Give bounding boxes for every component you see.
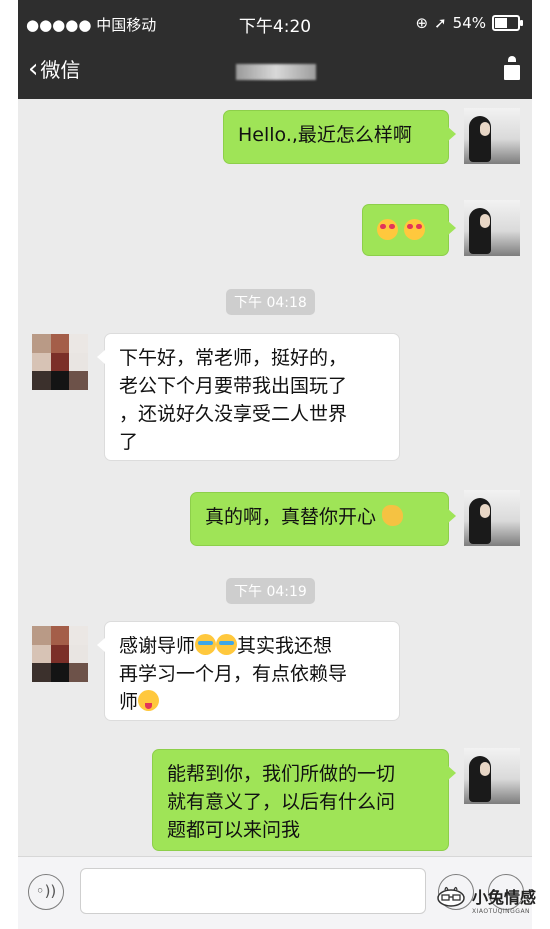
heart-eyes-emoji [377, 219, 398, 240]
message-text: 其实我还想 [237, 635, 333, 657]
watermark-name: 小兔情感 [472, 888, 537, 907]
my-message-bubble[interactable]: Hello.,最近怎么样啊 [223, 110, 456, 164]
chat-screen: ●●●●● 中国移动 下午4:20 ⊕ ➚ 54% ‹ 微信 Hello.,最近… [18, 0, 532, 929]
message-line: 下午好，常老师，挺好的， [119, 347, 348, 369]
profile-icon[interactable] [504, 56, 520, 82]
tongue-emoji [138, 690, 160, 711]
message-line: 老公下个月要带我出国玩了 [119, 375, 348, 397]
my-message-bubble[interactable]: 真的啊，真替你开心 [190, 492, 456, 546]
contact-avatar-pixelated[interactable] [32, 626, 88, 682]
my-message-bubble[interactable] [362, 204, 456, 256]
voice-icon: ◦)) [35, 882, 57, 900]
contact-message-bubble[interactable]: 感谢导师 其实我还想 再学习一个月，有点依赖导 师 [97, 621, 400, 721]
message-text: 师 [119, 691, 139, 713]
message-text: Hello.,最近怎么样啊 [238, 124, 412, 146]
message-line: 就有意义了，以后有什么问 [167, 791, 396, 813]
top-bar: ●●●●● 中国移动 下午4:20 ⊕ ➚ 54% ‹ 微信 [18, 0, 532, 99]
watermark-sub: XIAOTUQINGGAN [472, 908, 531, 915]
my-avatar[interactable] [464, 108, 520, 164]
message-line: 感谢导师 其实我还想 [119, 632, 385, 660]
my-avatar[interactable] [464, 490, 520, 546]
my-avatar[interactable] [464, 200, 520, 256]
contact-message-bubble[interactable]: 下午好，常老师，挺好的， 老公下个月要带我出国玩了 ，还说好久没享受二人世界 了 [97, 333, 400, 461]
message-input[interactable] [80, 868, 426, 914]
redaction-blur [236, 64, 316, 80]
message-text: 感谢导师 [119, 635, 196, 657]
rotation-lock-icon: ⊕ [415, 14, 429, 32]
location-icon: ➚ [434, 14, 447, 32]
message-text: 真的啊，真替你开心 [205, 506, 377, 528]
message-line: 师 [119, 688, 385, 716]
back-label: 微信 [40, 58, 81, 82]
message-line: 了 [119, 431, 139, 453]
my-avatar[interactable] [464, 748, 520, 804]
battery-percent: 54% [452, 14, 486, 32]
back-button[interactable]: ‹ 微信 [28, 54, 80, 83]
message-line: ，还说好久没享受二人世界 [119, 403, 348, 425]
watermark: 小兔情感 XIAOTUQINGGAN [436, 880, 548, 922]
timestamp-badge: 下午 04:18 [226, 289, 315, 315]
heart-eyes-emoji [404, 219, 426, 240]
chat-title-redacted [230, 60, 316, 80]
status-right: ⊕ ➚ 54% [415, 14, 523, 32]
my-message-bubble[interactable]: 能帮到你，我们所做的一切 就有意义了，以后有什么问 题都可以来问我 [152, 749, 456, 851]
status-bar: ●●●●● 中国移动 下午4:20 ⊕ ➚ 54% [18, 0, 532, 46]
rabbit-logo-icon [437, 886, 465, 907]
battery-icon [492, 15, 523, 31]
message-line: 题都可以来问我 [167, 819, 301, 841]
contact-avatar-pixelated[interactable] [32, 334, 88, 390]
chevron-left-icon: ‹ [28, 53, 39, 84]
message-line: 再学习一个月，有点依赖导 [119, 663, 348, 685]
voice-input-button[interactable]: ◦)) [28, 874, 64, 910]
message-line: 能帮到你，我们所做的一切 [167, 763, 396, 785]
crying-emoji [216, 634, 238, 655]
timestamp-badge: 下午 04:19 [226, 578, 315, 604]
crying-emoji [195, 634, 217, 655]
clapping-emoji [382, 505, 404, 526]
